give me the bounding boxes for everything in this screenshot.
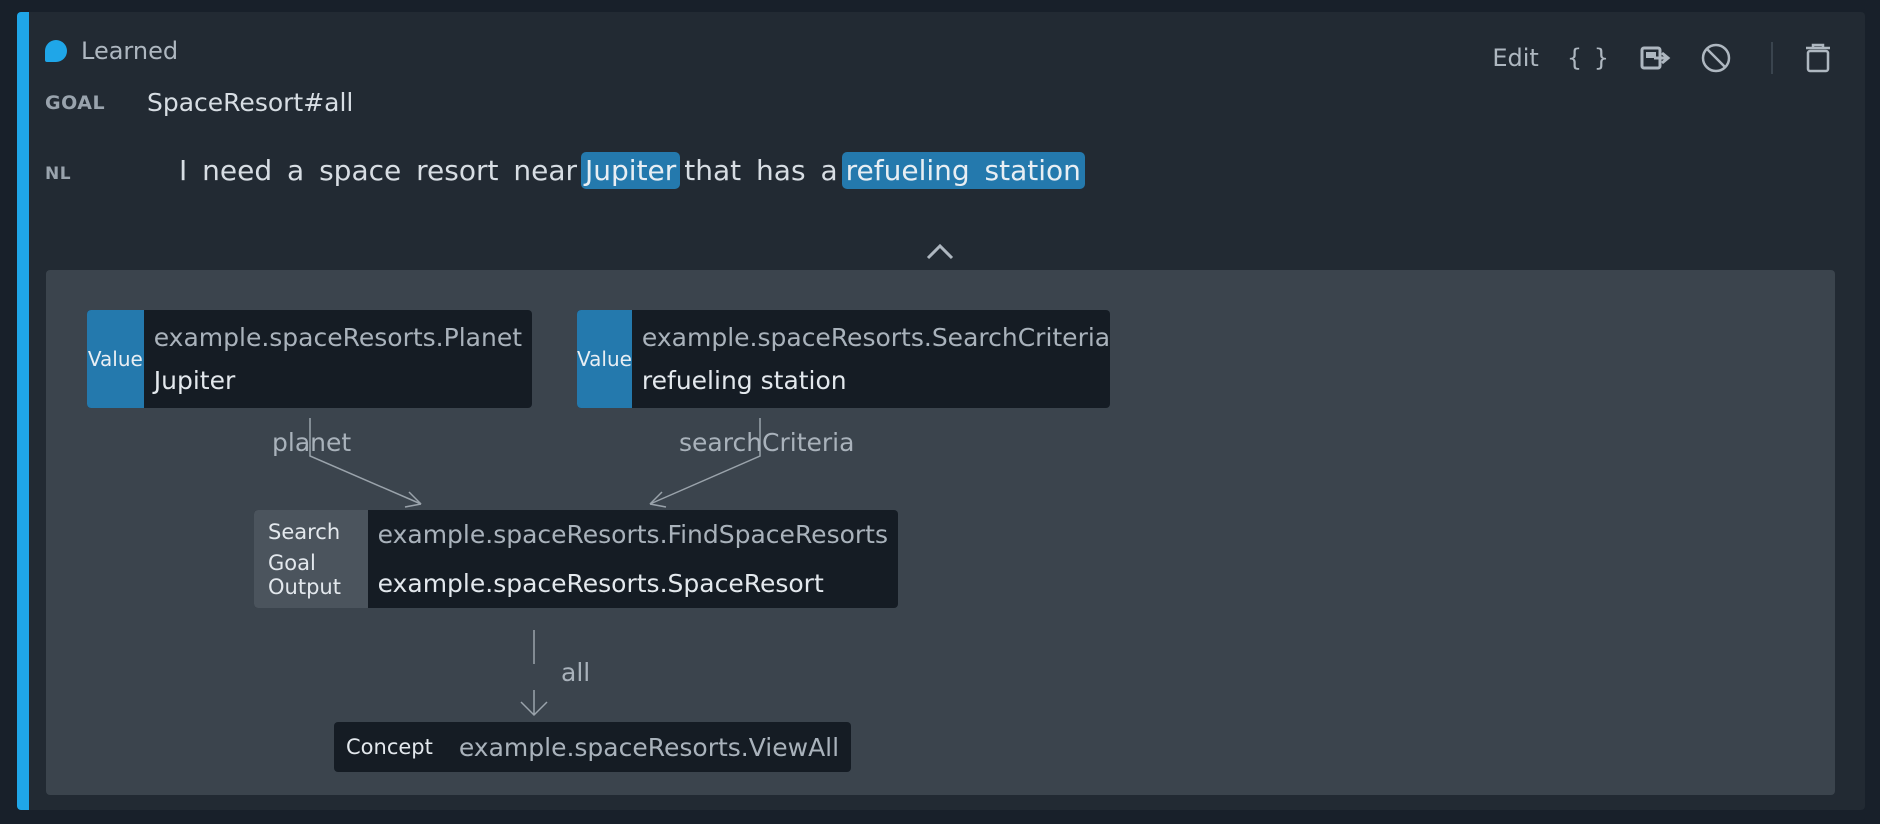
- node-kind: Concept: [346, 735, 433, 759]
- status-indicator: Learned: [45, 37, 178, 65]
- json-view-button[interactable]: { }: [1567, 44, 1611, 72]
- learned-status-icon: [45, 40, 67, 62]
- node-output-type: example.spaceResorts.SpaceResort: [377, 569, 824, 598]
- node-value: Jupiter: [153, 366, 236, 395]
- status-label: Learned: [81, 37, 179, 65]
- nl-label: NL: [45, 164, 72, 184]
- node-output-kind: Goal Output: [268, 550, 341, 599]
- learned-card: Learned Edit { } GOAL SpaceResort#all NL…: [17, 12, 1865, 810]
- search-action-node[interactable]: Search Goal Output example.spaceResorts.…: [254, 510, 898, 608]
- node-type: example.spaceResorts.SearchCriteria: [641, 323, 1110, 352]
- criteria-value-node[interactable]: Value example.spaceResorts.SearchCriteri…: [577, 310, 1110, 408]
- status-accent-bar: [17, 12, 29, 810]
- edge-label-criteria: searchCriteria: [679, 428, 855, 457]
- node-kind: Search: [268, 519, 341, 544]
- export-icon[interactable]: [1639, 41, 1673, 75]
- goal-label: GOAL: [45, 92, 106, 114]
- collapse-chevron-up-icon[interactable]: [922, 240, 958, 264]
- node-action-type: example.spaceResorts.FindSpaceResorts: [377, 520, 888, 549]
- nl-text-segment: I need a space resort near: [179, 154, 578, 187]
- edge-label-all: all: [561, 658, 591, 687]
- card-actions: Edit { }: [1492, 34, 1835, 82]
- nl-text-segment: that has a: [684, 154, 838, 187]
- node-kind: Value: [87, 310, 144, 408]
- nl-utterance: I need a space resort near Jupiter that …: [179, 152, 1089, 189]
- trash-icon[interactable]: [1801, 41, 1835, 75]
- node-type: example.spaceResorts.ViewAll: [458, 732, 840, 762]
- nl-token-criteria[interactable]: refueling station: [841, 152, 1085, 189]
- disable-icon[interactable]: [1699, 41, 1733, 75]
- goal-value: SpaceResort#all: [147, 88, 354, 117]
- planet-value-node[interactable]: Value example.spaceResorts.Planet Jupite…: [87, 310, 532, 408]
- actions-divider: [1771, 42, 1773, 74]
- nl-token-planet[interactable]: Jupiter: [581, 152, 681, 189]
- concept-node[interactable]: Concept example.spaceResorts.ViewAll: [334, 722, 852, 772]
- node-kind: Value: [577, 310, 632, 408]
- plan-graph: Value example.spaceResorts.Planet Jupite…: [46, 270, 1835, 795]
- edit-button[interactable]: Edit: [1492, 44, 1538, 72]
- node-type: example.spaceResorts.Planet: [153, 323, 522, 352]
- node-value: refueling station: [641, 366, 847, 395]
- edge-label-planet: planet: [272, 428, 352, 457]
